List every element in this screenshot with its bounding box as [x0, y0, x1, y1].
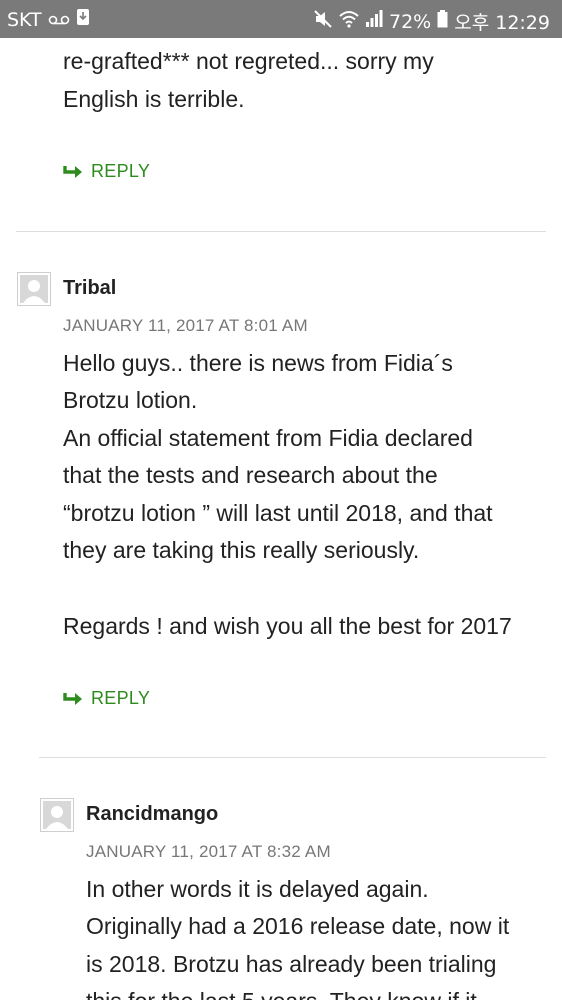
- comment-date[interactable]: JANUARY 11, 2017 AT 8:01 AM: [63, 316, 308, 336]
- comments-area: re-grafted*** not regreted... sorry my E…: [0, 38, 562, 1000]
- wifi-icon: [339, 10, 359, 33]
- comment-text-line: is 2018. Brotzu has already been trialin…: [86, 951, 497, 977]
- carrier-label: SKT: [7, 8, 42, 31]
- battery-percent: 72%: [389, 10, 432, 33]
- comment-author[interactable]: Rancidmango: [86, 803, 218, 826]
- mute-icon: [313, 9, 333, 34]
- avatar: [17, 272, 51, 306]
- comment-text-line: they are taking this really seriously.: [63, 537, 420, 563]
- comment-text-line: “brotzu lotion ” will last until 2018, a…: [63, 500, 493, 526]
- comment-date[interactable]: JANUARY 11, 2017 AT 8:32 AM: [86, 842, 331, 862]
- comment-text-line: Originally had a 2016 release date, now …: [86, 913, 510, 939]
- reply-label: REPLY: [91, 688, 151, 708]
- comment-divider: [39, 757, 546, 758]
- download-icon: [76, 8, 90, 31]
- comment-text-line: An official statement from Fidia declare…: [63, 425, 473, 451]
- reply-button[interactable]: REPLY: [63, 688, 150, 709]
- comment-text-line: re-grafted*** not regreted... sorry my: [63, 48, 434, 74]
- status-bar: SKT 72% 오후 12:29: [0, 0, 562, 38]
- comment-text-line: Hello guys.. there is news from Fidia´s: [63, 350, 453, 376]
- signal-icon: [365, 10, 383, 33]
- comment-text-line: In other words it is delayed again.: [86, 876, 429, 902]
- reply-label: REPLY: [91, 161, 151, 181]
- clock: 오후 12:29: [454, 12, 550, 34]
- voicemail-icon: [48, 9, 70, 31]
- reply-arrow-icon: [63, 165, 82, 178]
- avatar: [40, 798, 74, 832]
- reply-arrow-icon: [63, 692, 82, 705]
- comment-text-line: Regards ! and wish you all the best for …: [63, 613, 512, 639]
- comment-author[interactable]: Tribal: [63, 277, 116, 300]
- battery-icon: [437, 10, 448, 33]
- comment-text-line: English is terrible.: [63, 86, 245, 112]
- comment-text-line: Brotzu lotion.: [63, 387, 198, 413]
- comment-text-line: this for the last 5 years. They know if …: [86, 982, 477, 1000]
- reply-button[interactable]: REPLY: [63, 161, 150, 182]
- comment-divider: [16, 231, 546, 232]
- comment-text-line: that the tests and research about the: [63, 462, 438, 488]
